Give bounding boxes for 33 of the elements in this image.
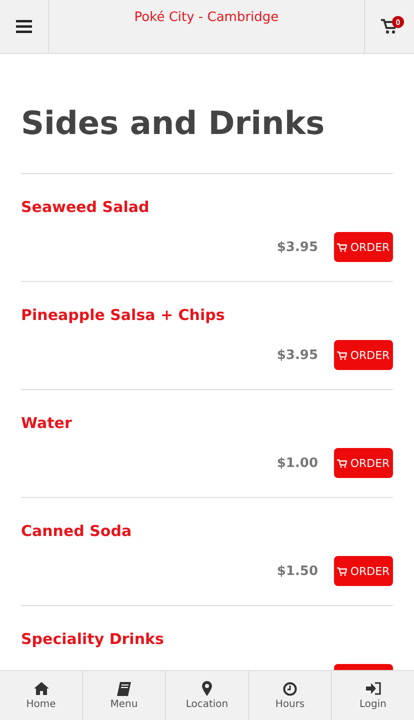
home-icon (34, 682, 48, 695)
cart-icon (337, 242, 348, 252)
order-button[interactable]: ORDER (334, 232, 393, 262)
order-button[interactable]: ORDER (334, 556, 393, 586)
item-name: Seaweed Salad (21, 198, 150, 216)
menu-icon (16, 20, 32, 33)
item-name: Canned Soda (21, 522, 133, 540)
menu-icon (117, 682, 131, 696)
nav-tab[interactable]: Login (332, 671, 414, 720)
nav-tab[interactable]: Home (0, 671, 83, 720)
nav-tab[interactable]: Location (166, 671, 249, 720)
login-icon (366, 682, 380, 695)
item-name: Pineapple Salsa + Chips (21, 306, 226, 324)
item-price: $3.95 (276, 240, 318, 254)
restaurant-title: Poké City - Cambridge (133, 9, 280, 27)
cart-icon (337, 566, 348, 576)
item-price: $1.50 (276, 564, 318, 578)
cart-icon (337, 458, 348, 468)
cart-button[interactable]: 0 (364, 0, 414, 53)
item-name: Water (21, 414, 73, 432)
location-icon (202, 681, 212, 696)
item-name: Speciality Drinks (21, 630, 165, 648)
nav-tab[interactable]: Hours (249, 671, 332, 720)
order-button[interactable]: ORDER (334, 340, 393, 370)
item-price: $1.00 (276, 456, 318, 470)
nav-tab[interactable]: Menu (83, 671, 166, 720)
cart-icon (337, 350, 348, 360)
page-title: Sides and Drinks (21, 102, 393, 174)
cart-icon (381, 19, 398, 34)
cart-count-badge: 0 (392, 16, 404, 28)
hours-icon (283, 682, 297, 696)
item-price: $3.95 (276, 348, 318, 362)
order-button[interactable]: ORDER (334, 448, 393, 478)
